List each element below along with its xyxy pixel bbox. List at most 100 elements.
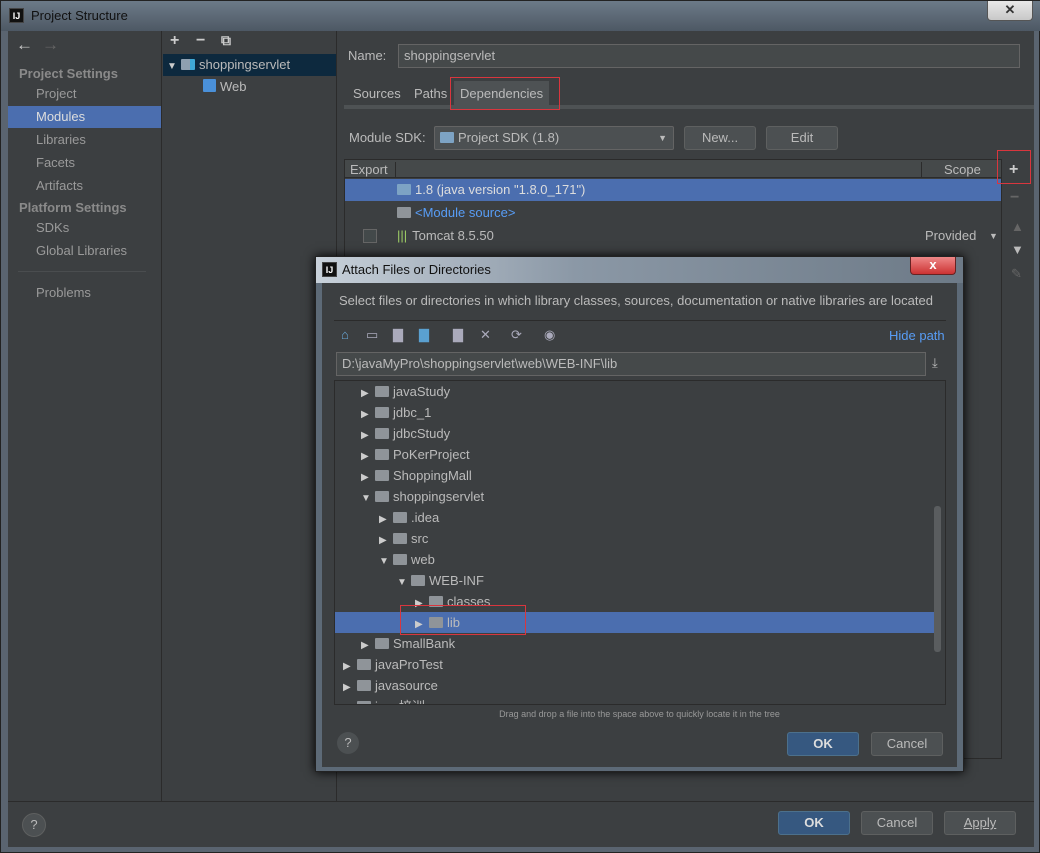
folder-icon	[375, 428, 389, 439]
expand-arrow-icon[interactable]: ▶	[361, 467, 375, 488]
tree-node[interactable]: ▶ jdbc_1	[335, 402, 935, 423]
dialog-help-button[interactable]: ?	[337, 732, 359, 754]
tree-node[interactable]: ▶ jdbcStudy	[335, 423, 935, 444]
desktop-icon[interactable]: ▭	[366, 327, 378, 343]
expand-arrow-icon[interactable]: ▶	[343, 656, 357, 677]
expand-arrow-icon[interactable]: ▶	[361, 425, 375, 446]
tree-node[interactable]: ▶ java培训	[335, 696, 935, 704]
table-row[interactable]: <Module source>	[345, 202, 1001, 224]
tree-node[interactable]: ▶ .idea	[335, 507, 935, 528]
sidebar-item-sdks[interactable]: SDKs	[8, 217, 161, 239]
sidebar-item-problems[interactable]: Problems	[8, 282, 161, 304]
tab-paths[interactable]: Paths	[408, 81, 453, 107]
refresh-icon[interactable]: ⟳	[511, 327, 522, 343]
tree-node-label: web	[411, 552, 435, 567]
highlight-box	[400, 605, 526, 635]
hide-path-link[interactable]: Hide path	[889, 328, 945, 343]
show-hidden-icon[interactable]: ◉	[544, 327, 555, 343]
tree-node[interactable]: ▼ shoppingservlet	[335, 486, 935, 507]
dependency-name: Tomcat 8.5.50	[412, 228, 494, 243]
expand-arrow-icon[interactable]: ▶	[361, 635, 375, 656]
dialog-close-button[interactable]: x	[910, 257, 956, 275]
delete-icon[interactable]: ✕	[480, 327, 491, 343]
folder-icon	[393, 512, 407, 523]
section-project-settings: Project Settings	[19, 66, 118, 81]
tree-node[interactable]: ▼ web	[335, 549, 935, 570]
sidebar-item-libraries[interactable]: Libraries	[8, 129, 161, 151]
library-icon: |||	[397, 228, 408, 243]
tree-node[interactable]: ▶ PoKerProject	[335, 444, 935, 465]
export-checkbox[interactable]	[363, 229, 377, 243]
module-sdk-dropdown[interactable]: Project SDK (1.8) ▼	[434, 126, 674, 150]
cancel-button[interactable]: Cancel	[861, 811, 933, 835]
new-folder-icon[interactable]: ▇	[453, 327, 463, 343]
expand-arrow-icon[interactable]: ▶	[379, 509, 393, 530]
sidebar: ← → Project Settings Project Modules Lib…	[8, 31, 162, 801]
scope-dropdown[interactable]: Provided	[925, 225, 976, 247]
module-folder-icon[interactable]: ▇	[419, 327, 429, 343]
collapse-arrow-icon[interactable]: ▼	[361, 488, 375, 509]
sidebar-item-artifacts[interactable]: Artifacts	[8, 175, 161, 197]
download-icon[interactable]: ⤓	[932, 355, 938, 371]
move-down-icon[interactable]: ▼	[1011, 242, 1024, 257]
dialog-cancel-button[interactable]: Cancel	[871, 732, 943, 756]
expand-arrow-icon[interactable]: ▶	[361, 383, 375, 404]
help-button[interactable]: ?	[22, 813, 46, 837]
collapse-arrow-icon[interactable]: ▼	[379, 551, 393, 572]
sidebar-item-facets[interactable]: Facets	[8, 152, 161, 174]
back-icon[interactable]: ←	[16, 35, 33, 55]
expand-arrow-icon[interactable]: ▶	[343, 677, 357, 698]
expand-arrow-icon[interactable]: ▼	[167, 56, 181, 78]
tree-node[interactable]: ▶ ShoppingMall	[335, 465, 935, 486]
dialog-title: Attach Files or Directories	[342, 262, 491, 277]
add-module-icon[interactable]: +	[170, 32, 179, 50]
tree-node-label: jdbcStudy	[393, 426, 451, 441]
tree-node-label: WEB-INF	[429, 573, 484, 588]
remove-dependency-icon[interactable]: −	[1010, 189, 1019, 207]
copy-module-icon[interactable]: ⧉	[221, 32, 231, 49]
project-folder-icon[interactable]: ▇	[393, 327, 403, 343]
expand-arrow-icon[interactable]: ▶	[361, 446, 375, 467]
column-export[interactable]: Export	[350, 162, 396, 177]
ok-button[interactable]: OK	[778, 811, 850, 835]
tree-node-label: .idea	[411, 510, 440, 525]
section-platform-settings: Platform Settings	[19, 200, 127, 215]
window-close-button[interactable]: ✕	[987, 1, 1033, 21]
column-scope[interactable]: Scope	[921, 162, 1001, 177]
chevron-down-icon[interactable]: ▼	[989, 225, 998, 247]
tree-node[interactable]: ▶ javaStudy	[335, 381, 935, 402]
path-input[interactable]: D:\javaMyPro\shoppingservlet\web\WEB-INF…	[336, 352, 926, 376]
module-tree-item[interactable]: ▼ shoppingservlet	[163, 54, 336, 76]
apply-button[interactable]: Apply	[944, 811, 1016, 835]
expand-arrow-icon[interactable]: ▶	[343, 698, 357, 704]
edit-dependency-icon[interactable]: ✎	[1011, 266, 1022, 282]
tree-node[interactable]: ▼ WEB-INF	[335, 570, 935, 591]
home-icon[interactable]: ⌂	[341, 327, 349, 342]
dialog-ok-button[interactable]: OK	[787, 732, 859, 756]
expand-arrow-icon[interactable]: ▶	[361, 404, 375, 425]
collapse-arrow-icon[interactable]: ▼	[397, 572, 411, 593]
expand-arrow-icon[interactable]: ▶	[379, 530, 393, 551]
tree-node[interactable]: ▶ SmallBank	[335, 633, 935, 654]
tree-node[interactable]: ▶ javasource	[335, 675, 935, 696]
forward-icon[interactable]: →	[42, 35, 59, 55]
move-up-icon[interactable]: ▲	[1011, 219, 1024, 234]
module-name-input[interactable]: shoppingservlet	[398, 44, 1020, 68]
new-sdk-button[interactable]: New...	[684, 126, 756, 150]
sidebar-item-global-libraries[interactable]: Global Libraries	[8, 240, 161, 262]
tree-node-label: PoKerProject	[393, 447, 470, 462]
edit-sdk-button[interactable]: Edit	[766, 126, 838, 150]
tree-node[interactable]: ▶ javaProTest	[335, 654, 935, 675]
sidebar-item-project[interactable]: Project	[8, 83, 161, 105]
tree-node-label: javasource	[375, 678, 438, 693]
scrollbar[interactable]	[934, 506, 941, 652]
tree-node[interactable]: ▶ src	[335, 528, 935, 549]
table-row[interactable]: ||| Tomcat 8.5.50 Provided ▼	[345, 225, 1001, 247]
table-row[interactable]: 1.8 (java version "1.8.0_171")	[345, 179, 1001, 201]
remove-module-icon[interactable]: −	[196, 32, 205, 50]
tab-sources[interactable]: Sources	[347, 81, 407, 107]
module-folder-icon	[181, 59, 195, 70]
module-tree-item[interactable]: Web	[163, 76, 336, 98]
tree-node-label: src	[411, 531, 429, 546]
sidebar-item-modules[interactable]: Modules	[8, 106, 161, 128]
